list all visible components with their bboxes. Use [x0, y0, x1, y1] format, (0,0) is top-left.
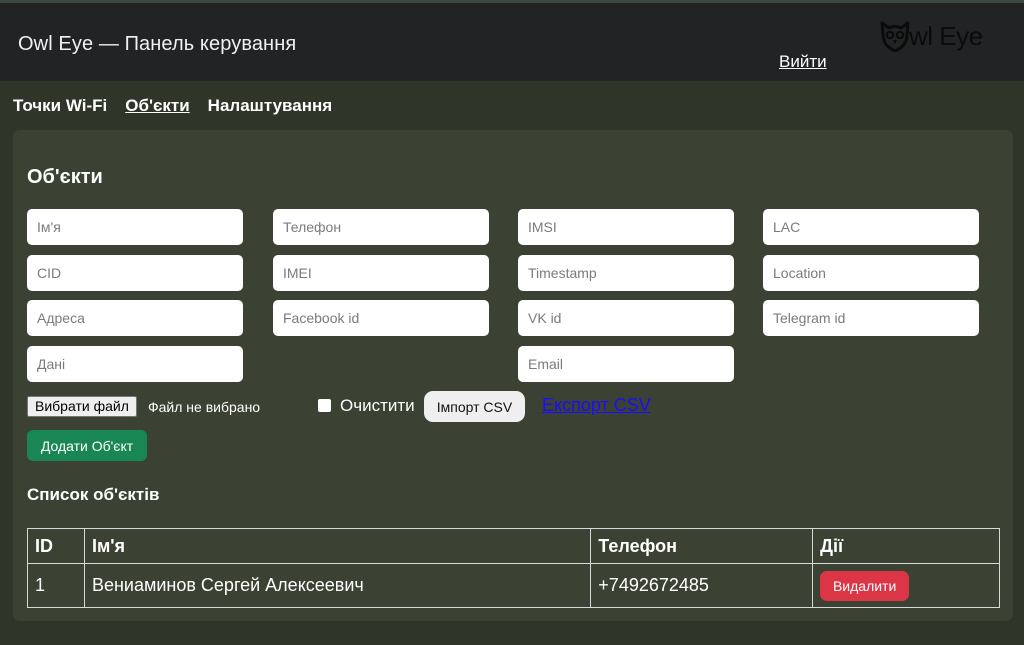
column-header-name: Ім'я [83, 528, 592, 564]
nav-item-settings[interactable]: Налаштування [208, 96, 333, 116]
logo: wl Eye [880, 19, 983, 53]
add-object-button[interactable]: Додати Об'єкт [27, 430, 147, 461]
objects-table: ID Ім'я Телефон Дії 1 Вениаминов Сергей … [27, 528, 1000, 608]
main-nav: Точки Wi-Fi Об'єкти Налаштування [13, 96, 332, 116]
page-title: Об'єкти [27, 166, 103, 188]
cell-id: 1 [27, 563, 85, 608]
name-input[interactable] [27, 209, 243, 245]
clear-checkbox[interactable] [318, 399, 331, 412]
lac-input[interactable] [763, 209, 979, 245]
cid-input[interactable] [27, 255, 243, 291]
location-input[interactable] [763, 255, 979, 291]
delete-button[interactable]: Видалити [820, 570, 910, 601]
imsi-input[interactable] [518, 209, 734, 245]
app-title: Owl Eye — Панель керування [18, 33, 297, 55]
phone-input[interactable] [273, 209, 489, 245]
cell-phone: +7492672485 [590, 563, 814, 608]
choose-file-button[interactable]: Вибрати файл [27, 396, 137, 417]
telegram-id-input[interactable] [763, 300, 979, 336]
import-csv-button[interactable]: Імпорт CSV [424, 391, 525, 422]
objects-panel: Об'єкти Вибрати файл Файл не вибрано Очи… [13, 130, 1013, 621]
address-input[interactable] [27, 300, 243, 336]
table-header-row: ID Ім'я Телефон Дії [27, 528, 1000, 564]
file-status: Файл не вибрано [148, 399, 261, 415]
export-csv-link[interactable]: Експорт CSV [542, 395, 651, 416]
top-bar: Owl Eye — Панель керування Вийти wl Eye [0, 0, 1024, 81]
cell-actions: Видалити [812, 563, 1000, 608]
column-header-id: ID [27, 528, 85, 564]
email-input[interactable] [518, 346, 734, 382]
cell-name: Вениаминов Сергей Алексеевич [83, 563, 592, 608]
column-header-actions: Дії [812, 528, 1000, 564]
facebook-id-input[interactable] [273, 300, 489, 336]
logout-link[interactable]: Вийти [779, 52, 827, 72]
logo-text: wl Eye [909, 20, 983, 51]
data-input[interactable] [27, 346, 243, 382]
nav-item-objects[interactable]: Об'єкти [125, 96, 189, 116]
table-row: 1 Вениаминов Сергей Алексеевич +74926724… [27, 563, 1000, 608]
clear-label: Очистити [340, 396, 415, 415]
list-title: Список об'єктів [27, 485, 160, 504]
owl-icon [880, 20, 910, 52]
vk-id-input[interactable] [518, 300, 734, 336]
column-header-phone: Телефон [590, 528, 814, 564]
imei-input[interactable] [273, 255, 489, 291]
nav-item-wifi-points[interactable]: Точки Wi-Fi [13, 96, 107, 116]
timestamp-input[interactable] [518, 255, 734, 291]
